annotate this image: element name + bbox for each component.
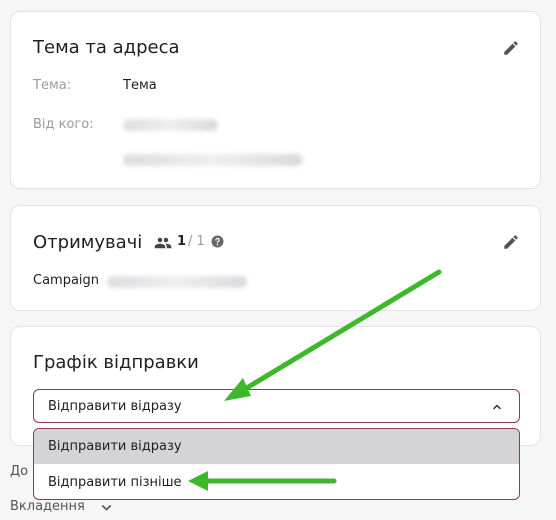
schedule-option-label: Відправити пізніше — [48, 475, 182, 490]
schedule-selected-value: Відправити відразу — [48, 399, 182, 414]
schedule-option-send-now[interactable]: Відправити відразу — [34, 429, 519, 464]
chevron-down-icon — [101, 505, 112, 511]
schedule-select[interactable]: Відправити відразу — [33, 389, 520, 423]
attachments-label: Вкладення — [10, 499, 85, 514]
recipients-count-total: / 1 — [188, 234, 205, 249]
truncated-label: До — [10, 464, 29, 479]
chevron-up-icon — [493, 404, 501, 410]
from-name-redacted — [123, 119, 218, 131]
pencil-icon[interactable] — [502, 233, 520, 251]
schedule-card-title: Графік відправки — [33, 352, 199, 373]
campaign-email-redacted — [107, 276, 247, 288]
help-circle-icon[interactable] — [211, 235, 224, 248]
from-email-redacted — [123, 154, 303, 166]
people-icon — [154, 237, 172, 249]
attachments-toggle[interactable]: Вкладення — [10, 499, 112, 514]
subject-value: Тема — [123, 78, 157, 93]
schedule-option-send-later[interactable]: Відправити пізніше — [34, 465, 519, 499]
schedule-dropdown-menu: Відправити відразу Відправити пізніше — [33, 428, 520, 500]
campaign-label: Campaign — [33, 273, 100, 288]
pencil-icon[interactable] — [502, 39, 520, 57]
recipients-card-title: Отримувачі — [33, 232, 143, 253]
schedule-option-label: Відправити відразу — [48, 439, 182, 454]
subject-card-title: Тема та адреса — [33, 37, 180, 58]
subject-address-card: Тема та адреса Тема: Тема Від кого: — [10, 11, 541, 189]
subject-label: Тема: — [33, 78, 72, 93]
recipients-card: Отримувачі 1 / 1 Campaign — [10, 205, 541, 311]
recipients-count-active: 1 — [177, 234, 187, 249]
from-label: Від кого: — [33, 117, 94, 132]
